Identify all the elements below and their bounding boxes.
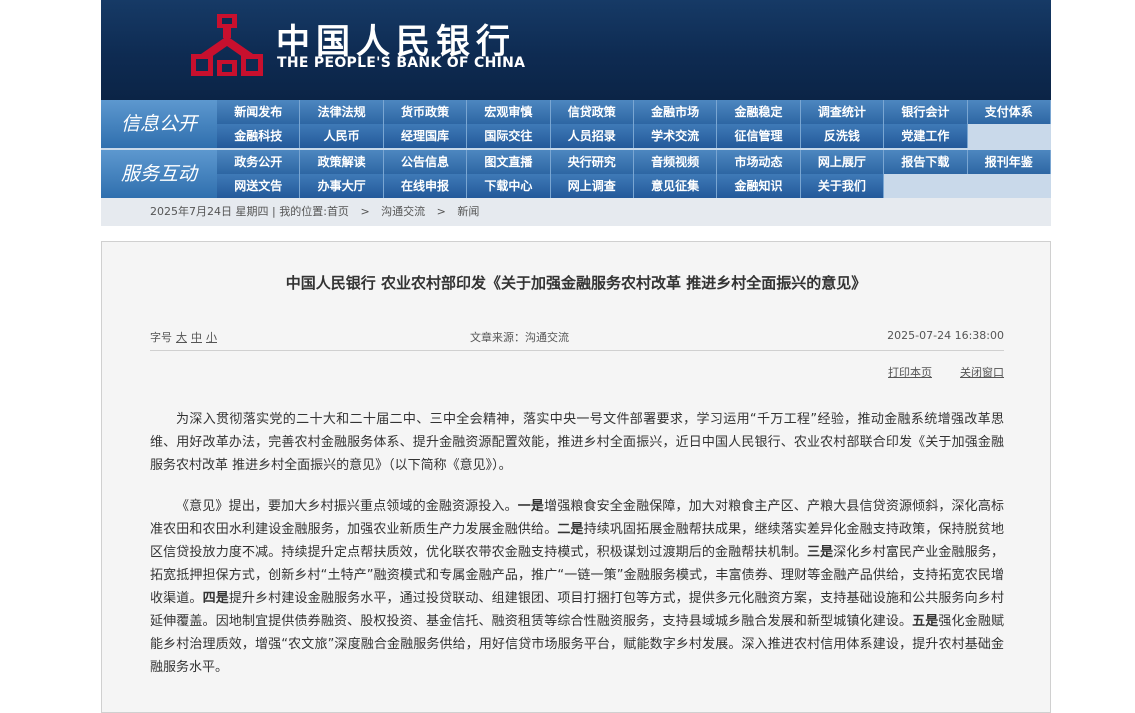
nav-item[interactable]: 法律法规 xyxy=(300,100,384,124)
article-tools: 打印本页 关闭窗口 xyxy=(860,364,1004,380)
location-label: 我的位置: xyxy=(279,205,327,218)
article-datetime: 2025-07-24 16:38:00 xyxy=(887,329,1004,342)
article-meta: 字号大中小 文章来源：沟通交流 2025-07-24 16:38:00 xyxy=(150,329,1004,347)
print-page-link[interactable]: 打印本页 xyxy=(888,366,932,379)
nav-item[interactable]: 报告下载 xyxy=(884,150,968,174)
current-date: 2025年7月24日 xyxy=(150,205,232,218)
nav-item[interactable]: 经理国库 xyxy=(383,124,468,148)
text-run: 《意见》提出，要加大乡村振兴重点领域的金融资源投入。 xyxy=(176,499,518,514)
nav-item[interactable]: 金融稳定 xyxy=(717,100,801,124)
main-nav: 信息公开 新闻发布 法律法规 货币政策 宏观审慎 信贷政策 金融市场 金融稳定 调查统计 银行会… xyxy=(101,100,1051,198)
nav-row: 新闻发布 法律法规 货币政策 宏观审慎 信贷政策 金融市场 金融稳定 调查统计 银行会计 支付体系 xyxy=(217,100,1051,124)
font-size-control: 字号大中小 xyxy=(150,329,217,345)
font-size-large[interactable]: 大 xyxy=(176,331,187,344)
breadcrumb-home[interactable]: 首页 xyxy=(327,205,349,218)
nav-item[interactable]: 报刊年鉴 xyxy=(967,150,1051,174)
nav-item[interactable]: 图文直播 xyxy=(467,150,551,174)
nav-item[interactable]: 在线申报 xyxy=(383,174,468,198)
nav-group-label-info: 信息公开 xyxy=(101,100,217,148)
nav-row: 金融科技 人民币 经理国库 国际交往 人员招录 学术交流 征信管理 反洗钱 党建工作 xyxy=(217,124,1051,148)
font-size-label: 字号 xyxy=(150,331,172,344)
nav-group-service: 服务互动 政务公开 政策解读 公告信息 图文直播 央行研究 音频视频 市场动态 网上展厅 报告下… xyxy=(101,150,1051,198)
nav-item[interactable]: 金融市场 xyxy=(633,100,718,124)
nav-item[interactable]: 人民币 xyxy=(300,124,384,148)
font-size-small[interactable]: 小 xyxy=(206,331,217,344)
nav-item[interactable]: 办事大厅 xyxy=(300,174,384,198)
bold-run: 二是 xyxy=(557,522,584,537)
article-paragraph: 为深入贯彻落实党的二十大和二十届二中、三中全会精神，落实中央一号文件部署要求，学… xyxy=(150,412,1004,473)
article-paragraph: 《意见》提出，要加大乡村振兴重点领域的金融资源投入。一是增强粮食安全金融保障，加… xyxy=(150,495,1004,679)
nav-group-info: 信息公开 新闻发布 法律法规 货币政策 宏观审慎 信贷政策 金融市场 金融稳定 调查统计 银行会… xyxy=(101,100,1051,148)
nav-item[interactable]: 银行会计 xyxy=(884,100,968,124)
bold-run: 三是 xyxy=(807,545,834,560)
article-source: 文章来源：沟通交流 xyxy=(470,331,569,344)
nav-item[interactable]: 政策解读 xyxy=(300,150,384,174)
nav-item[interactable]: 支付体系 xyxy=(967,100,1051,124)
pboc-logo-icon[interactable] xyxy=(191,14,263,78)
breadcrumb-communication[interactable]: 沟通交流 xyxy=(381,205,425,218)
font-size-medium[interactable]: 中 xyxy=(191,331,202,344)
brand-name-en[interactable]: THE PEOPLE'S BANK OF CHINA xyxy=(277,55,525,71)
nav-item[interactable]: 党建工作 xyxy=(884,124,968,148)
nav-item[interactable]: 公告信息 xyxy=(383,150,468,174)
nav-item[interactable]: 征信管理 xyxy=(717,124,801,148)
nav-item[interactable]: 金融科技 xyxy=(217,124,301,148)
breadcrumb-arrow: > xyxy=(360,205,370,218)
nav-item[interactable]: 网送文告 xyxy=(217,174,301,198)
separator: | xyxy=(272,205,276,218)
text-run: 提升乡村建设金融服务水平，通过投贷联动、组建银团、项目打捆打包等方式，提供多元化… xyxy=(150,591,1004,629)
bold-run: 五是 xyxy=(912,614,939,629)
current-weekday: 星期四 xyxy=(235,205,269,218)
nav-item[interactable]: 音频视频 xyxy=(633,150,718,174)
nav-item[interactable]: 网上展厅 xyxy=(800,150,885,174)
meta-divider xyxy=(150,350,1004,351)
nav-item[interactable]: 反洗钱 xyxy=(800,124,885,148)
close-window-link[interactable]: 关闭窗口 xyxy=(960,366,1004,379)
bold-run: 四是 xyxy=(202,591,229,606)
nav-item[interactable]: 新闻发布 xyxy=(217,100,301,124)
nav-item[interactable]: 央行研究 xyxy=(550,150,634,174)
nav-item[interactable]: 学术交流 xyxy=(633,124,718,148)
nav-item[interactable]: 政务公开 xyxy=(217,150,301,174)
nav-item[interactable]: 调查统计 xyxy=(800,100,885,124)
nav-row: 政务公开 政策解读 公告信息 图文直播 央行研究 音频视频 市场动态 网上展厅 报告下载 报刊年鉴 xyxy=(217,150,1051,174)
site-banner: 中国人民银行 THE PEOPLE'S BANK OF CHINA xyxy=(101,0,1051,100)
breadcrumb-bar: 2025年7月24日 星期四 | 我的位置:首页 > 沟通交流 > 新闻 xyxy=(101,198,1051,226)
nav-item[interactable]: 货币政策 xyxy=(383,100,468,124)
breadcrumb-news[interactable]: 新闻 xyxy=(457,205,479,218)
nav-item[interactable]: 信贷政策 xyxy=(550,100,634,124)
bold-run: 一是 xyxy=(517,499,545,514)
nav-item[interactable]: 下载中心 xyxy=(467,174,551,198)
nav-row: 网送文告 办事大厅 在线申报 下载中心 网上调查 意见征集 金融知识 关于我们 xyxy=(217,174,1051,198)
nav-item[interactable]: 意见征集 xyxy=(633,174,718,198)
nav-group-label-service: 服务互动 xyxy=(101,150,217,198)
nav-item[interactable]: 人员招录 xyxy=(550,124,634,148)
nav-item[interactable]: 国际交往 xyxy=(467,124,551,148)
nav-item[interactable]: 市场动态 xyxy=(717,150,801,174)
article-panel: 中国人民银行 农业农村部印发《关于加强金融服务农村改革 推进乡村全面振兴的意见》… xyxy=(101,241,1051,713)
nav-item[interactable]: 关于我们 xyxy=(800,174,885,198)
breadcrumb: 2025年7月24日 星期四 | 我的位置:首页 > 沟通交流 > 新闻 xyxy=(150,198,479,226)
article-title: 中国人民银行 农业农村部印发《关于加强金融服务农村改革 推进乡村全面振兴的意见》 xyxy=(285,274,867,292)
nav-item[interactable]: 金融知识 xyxy=(717,174,801,198)
nav-item[interactable]: 宏观审慎 xyxy=(467,100,551,124)
nav-item[interactable]: 网上调查 xyxy=(550,174,634,198)
breadcrumb-arrow: > xyxy=(436,205,446,218)
